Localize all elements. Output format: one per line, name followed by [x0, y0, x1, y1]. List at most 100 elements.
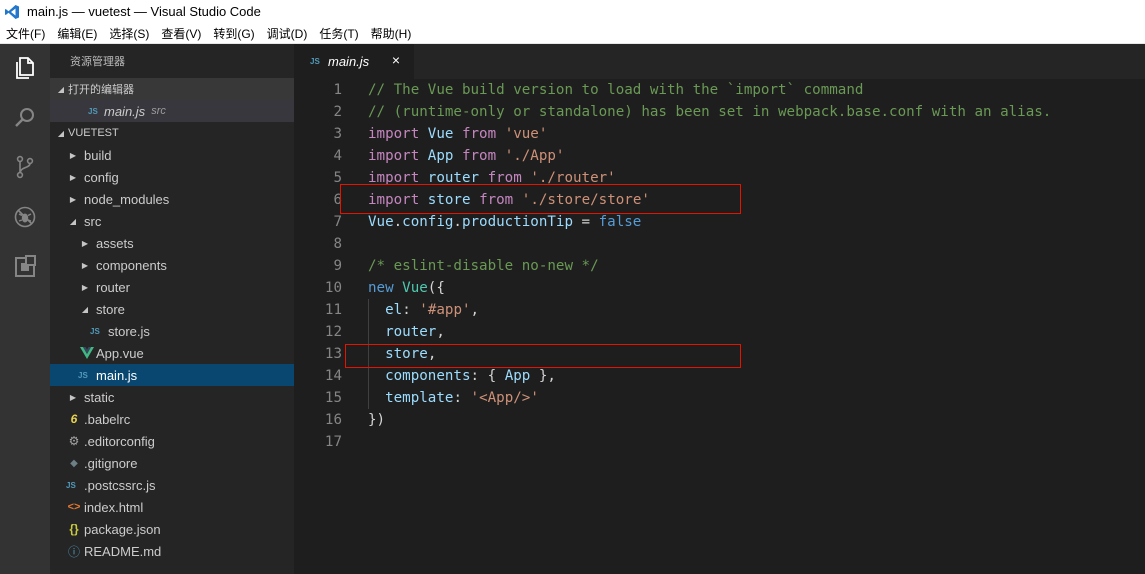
- code-line[interactable]: 11 el: '#app',: [294, 299, 1145, 321]
- code-line[interactable]: 7 Vue.config.productionTip = false: [294, 211, 1145, 233]
- tree-item-label: App.vue: [96, 345, 144, 361]
- code-token: Vue: [427, 126, 454, 142]
- menu-edit[interactable]: 编辑(E): [51, 25, 103, 42]
- vscode-logo-icon: [5, 4, 19, 19]
- code-line[interactable]: 15 template: '<App/>': [294, 387, 1145, 409]
- code-line[interactable]: 16}): [294, 409, 1145, 431]
- code-line[interactable]: 1 // The Vue build version to load with t…: [294, 79, 1145, 101]
- tree-file-editorconfig[interactable]: ⚙ .editorconfig: [50, 430, 294, 452]
- menu-go[interactable]: 转到(G): [207, 25, 260, 42]
- activity-explorer[interactable]: [0, 46, 50, 90]
- tree-item-label: store: [96, 301, 125, 317]
- tree-file-package-json[interactable]: {} package.json: [50, 518, 294, 540]
- tree-folder-src[interactable]: ◢ src: [50, 210, 294, 232]
- code-line[interactable]: 2 // (runtime-only or standalone) has bee…: [294, 101, 1145, 123]
- js-file-icon: JS: [310, 57, 320, 66]
- tree-folder-components[interactable]: ▶ components: [50, 254, 294, 276]
- tree-item-label: build: [84, 147, 112, 163]
- chevron-right-icon: ▶: [69, 194, 77, 204]
- js-file-icon: JS: [90, 326, 100, 336]
- tree-folder-node-modules[interactable]: ▶ node_modules: [50, 188, 294, 210]
- code-token: Vue: [402, 280, 428, 296]
- open-editor-desc: src: [151, 105, 166, 117]
- code-line[interactable]: 3 import Vue from 'vue': [294, 123, 1145, 145]
- tree-folder-assets[interactable]: ▶ assets: [50, 232, 294, 254]
- tree-file-gitignore[interactable]: ◆ .gitignore: [50, 452, 294, 474]
- code-token: template: [385, 390, 454, 406]
- activity-debug[interactable]: [0, 195, 50, 239]
- code-line[interactable]: 17: [294, 431, 1145, 453]
- line-number: 1: [333, 82, 342, 98]
- code-token: }): [368, 412, 386, 428]
- chevron-right-icon: ▶: [69, 392, 77, 402]
- tree-file-app-vue[interactable]: App.vue: [50, 342, 294, 364]
- tree-file-store-js[interactable]: JS store.js: [50, 320, 294, 342]
- code-line[interactable]: 14 components: { App },: [294, 365, 1145, 387]
- tree-item-label: store.js: [108, 323, 150, 339]
- window-title: main.js — vuetest — Visual Studio Code: [27, 4, 261, 19]
- line-number: 8: [333, 236, 342, 252]
- activity-extensions[interactable]: [0, 244, 50, 288]
- code-token: .: [453, 214, 462, 230]
- open-editors-header[interactable]: ◢ 打开的编辑器: [50, 78, 294, 100]
- open-editor-item[interactable]: JS main.js src: [50, 100, 294, 122]
- source-control-icon: [16, 155, 34, 179]
- explorer-icon: [16, 57, 34, 79]
- chevron-right-icon: ▶: [69, 150, 77, 160]
- line-number: 11: [324, 302, 342, 318]
- tree-file-readme[interactable]: ⓘ README.md: [50, 540, 294, 562]
- code-line[interactable]: 8: [294, 233, 1145, 255]
- babel-file-icon: 6: [70, 412, 78, 426]
- code-token: from: [461, 148, 497, 164]
- code-token: ,: [436, 324, 445, 340]
- menu-file[interactable]: 文件(F): [0, 25, 51, 42]
- code-line[interactable]: 4 import App from './App': [294, 145, 1145, 167]
- tab-main-js[interactable]: JS main.js ×: [294, 44, 414, 79]
- menu-help[interactable]: 帮助(H): [365, 25, 418, 42]
- tree-item-label: package.json: [84, 521, 161, 537]
- line-number: 2: [333, 104, 342, 120]
- code-editor[interactable]: 1 // The Vue build version to load with t…: [294, 79, 1145, 574]
- tree-file-babelrc[interactable]: 6 .babelrc: [50, 408, 294, 430]
- code-token: ,: [470, 302, 480, 318]
- code-line[interactable]: 12 router,: [294, 321, 1145, 343]
- line-number: 9: [333, 258, 342, 274]
- code-text: router,: [368, 321, 445, 343]
- gear-icon: ⚙: [68, 434, 80, 448]
- line-number: 10: [324, 280, 342, 296]
- menu-view[interactable]: 查看(V): [155, 25, 207, 42]
- activity-search[interactable]: [0, 96, 50, 140]
- tree-item-label: .gitignore: [84, 455, 138, 471]
- menu-bar: 文件(F) 编辑(E) 选择(S) 查看(V) 转到(G) 调试(D) 任务(T…: [0, 23, 1145, 44]
- code-token: =: [573, 214, 599, 230]
- tree-folder-static[interactable]: ▶ static: [50, 386, 294, 408]
- tree-folder-config[interactable]: ▶ config: [50, 166, 294, 188]
- project-header[interactable]: ◢ VUETEST: [50, 122, 294, 144]
- close-icon[interactable]: ×: [392, 52, 400, 68]
- menu-debug[interactable]: 调试(D): [261, 25, 314, 42]
- tree-file-postcssrc[interactable]: JS .postcssrc.js: [50, 474, 294, 496]
- code-line[interactable]: 10 new Vue({: [294, 277, 1145, 299]
- debug-icon: [14, 206, 36, 228]
- tree-item-label: .babelrc: [84, 411, 131, 427]
- tree-item-label: assets: [96, 235, 134, 251]
- code-token: new: [368, 280, 394, 296]
- code-token: 'vue': [504, 126, 548, 142]
- tree-folder-build[interactable]: ▶ build: [50, 144, 294, 166]
- tree-folder-store[interactable]: ◢ store: [50, 298, 294, 320]
- tree-file-index-html[interactable]: <> index.html: [50, 496, 294, 518]
- js-file-icon: JS: [78, 370, 88, 380]
- explorer-sidebar: 资源管理器 ◢ 打开的编辑器 JS main.js src ◢ VUETEST …: [50, 44, 294, 574]
- tree-folder-router[interactable]: ▶ router: [50, 276, 294, 298]
- menu-tasks[interactable]: 任务(T): [313, 25, 364, 42]
- chevron-down-icon: ◢: [57, 84, 65, 94]
- code-token: // The Vue build version to load with th…: [368, 82, 864, 98]
- code-line[interactable]: 9 /* eslint-disable no-new */: [294, 255, 1145, 277]
- activity-source-control[interactable]: [0, 145, 50, 189]
- menu-selection[interactable]: 选择(S): [103, 25, 155, 42]
- tree-file-main-js[interactable]: JS main.js: [50, 364, 294, 386]
